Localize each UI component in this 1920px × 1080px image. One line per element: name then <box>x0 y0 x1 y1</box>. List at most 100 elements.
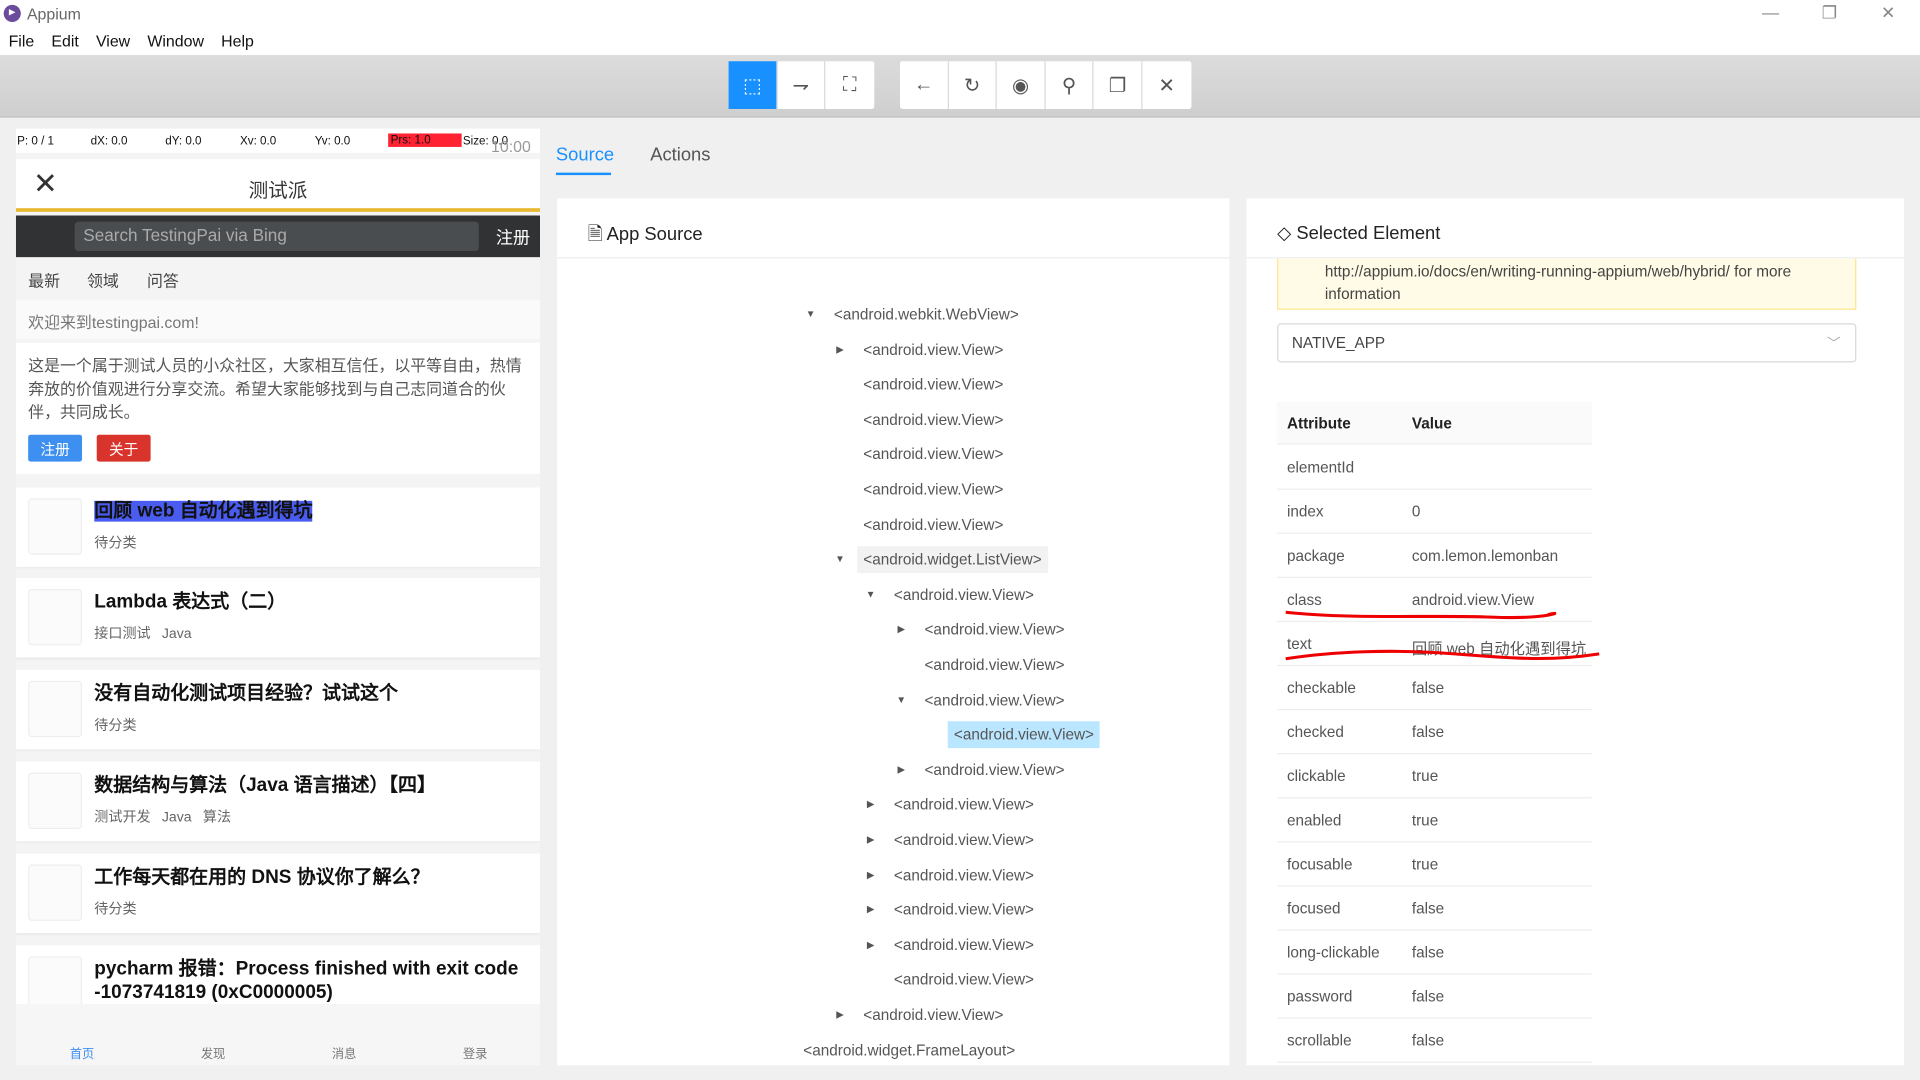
tree-node[interactable]: <android.view.View> <box>947 721 1101 749</box>
attribute-name: long-clickable <box>1286 944 1380 962</box>
attribute-value: true <box>1411 811 1439 829</box>
eye-button[interactable]: ◉ <box>997 61 1046 109</box>
minimize-button[interactable]: — <box>1758 2 1782 22</box>
caret-down-icon[interactable]: ▼ <box>804 301 816 328</box>
tree-node[interactable]: <android.view.View> <box>857 476 1009 503</box>
selected-element-title: Selected Element <box>1296 222 1441 244</box>
tab-qa[interactable]: 问答 <box>147 268 179 291</box>
close-window-button[interactable]: ✕ <box>1876 2 1900 23</box>
caret-down-icon[interactable]: ▼ <box>864 581 876 608</box>
attribute-row: class android.view.View <box>1277 578 1592 623</box>
refresh-button[interactable]: ↻ <box>948 61 997 109</box>
caret-right-icon[interactable]: ▶ <box>834 1002 846 1029</box>
context-select[interactable]: NATIVE_APP ﹀ <box>1277 323 1857 363</box>
tap-coordinates-button[interactable]: ⛶ <box>826 61 874 109</box>
pointer-yv: Yv: 0.0 <box>314 134 351 149</box>
tree-node[interactable]: <android.view.View> <box>857 1002 1009 1029</box>
attribute-name: focused <box>1286 900 1341 918</box>
caret-right-icon[interactable]: ▶ <box>895 756 907 783</box>
tab-latest[interactable]: 最新 <box>28 268 60 291</box>
tree-node[interactable]: <android.view.View> <box>888 932 1040 959</box>
menu-help[interactable]: Help <box>213 27 263 55</box>
copy-button[interactable]: ❐ <box>1094 61 1143 109</box>
select-element-icon: ⬚ <box>742 75 762 97</box>
caret-right-icon[interactable]: ▶ <box>864 932 876 959</box>
back-button[interactable]: ← <box>900 61 949 109</box>
tab-actions[interactable]: Actions <box>650 144 710 165</box>
attribute-name: scrollable <box>1286 1032 1352 1050</box>
tree-node[interactable]: <android.view.View> <box>888 581 1040 608</box>
back-icon: ← <box>913 74 934 95</box>
article-title: Lambda 表达式（二） <box>94 590 535 613</box>
tap-coordinates-icon: ⛶ <box>842 74 857 95</box>
tree-node[interactable]: <android.view.View> <box>857 406 1009 433</box>
toolbar: ⬚ ⇁ ⛶ ← ↻ ◉ ⚲ ❐ ✕ <box>0 55 1920 118</box>
tree-node[interactable]: <android.view.View> <box>888 862 1040 889</box>
tree-node[interactable]: <android.view.View> <box>888 791 1040 818</box>
article-item[interactable]: Lambda 表达式（二） 接口测试 Java <box>15 577 541 658</box>
attribute-name: password <box>1286 988 1353 1006</box>
tab-source[interactable]: Source <box>555 144 614 176</box>
close-icon[interactable]: ✕ <box>33 167 58 203</box>
attribute-value: 0 <box>1411 503 1421 521</box>
close-button[interactable]: ✕ <box>1142 61 1190 109</box>
caret-right-icon[interactable]: ▶ <box>834 336 846 363</box>
article-item[interactable]: 没有自动化测试项目经验？试试这个 待分类 <box>15 669 541 750</box>
caret-right-icon[interactable]: ▶ <box>864 897 876 924</box>
tree-node[interactable]: <android.view.View> <box>857 371 1009 398</box>
pointer-dy: dY: 0.0 <box>165 134 202 149</box>
alert-line-1: http://appium.io/docs/en/writing-running… <box>1324 263 1792 281</box>
menu-view[interactable]: View <box>87 27 138 55</box>
attribute-row: checkable false <box>1277 666 1592 711</box>
tree-node[interactable]: <android.view.View> <box>918 651 1070 678</box>
tree-node[interactable]: <android.view.View> <box>918 686 1070 713</box>
menu-window[interactable]: Window <box>139 27 213 55</box>
article-title-text: Lambda 表达式（二） <box>94 591 287 613</box>
search-button[interactable]: ⚲ <box>1045 61 1094 109</box>
caret-down-icon[interactable]: ▼ <box>895 686 907 713</box>
tree-node[interactable]: <android.view.View> <box>888 967 1040 994</box>
nav-discover[interactable]: 发现 <box>201 1043 225 1061</box>
select-element-button[interactable]: ⬚ <box>728 61 778 109</box>
article-item[interactable]: 工作每天都在用的 DNS 协议你了解么？ 待分类 <box>15 853 541 934</box>
nav-messages[interactable]: 消息 <box>332 1043 356 1061</box>
window-title: Appium <box>26 4 81 24</box>
caret-right-icon[interactable]: ▶ <box>864 791 876 818</box>
nav-home[interactable]: 首页 <box>70 1043 94 1061</box>
search-input[interactable]: Search TestingPai via Bing <box>74 221 479 252</box>
tree-node[interactable]: <android.widget.FrameLayout> <box>797 1037 1021 1064</box>
nav-login[interactable]: 登录 <box>463 1043 487 1061</box>
tree-node[interactable]: <android.view.View> <box>888 897 1040 924</box>
attribute-row: index 0 <box>1277 490 1592 534</box>
caret-down-icon[interactable]: ▼ <box>834 546 846 573</box>
pointer-xv: Xv: 0.0 <box>240 134 277 149</box>
tree-node[interactable]: <android.view.View> <box>888 827 1040 854</box>
device-screenshot[interactable]: P: 0 / 1 dX: 0.0 dY: 0.0 Xv: 0.0 Yv: 0.0… <box>15 128 541 1066</box>
about-button[interactable]: 关于 <box>96 434 151 462</box>
menu-file[interactable]: File <box>0 27 43 55</box>
register-link[interactable]: 注册 <box>496 225 530 249</box>
caret-right-icon[interactable]: ▶ <box>864 827 876 854</box>
tab-domain[interactable]: 领域 <box>87 268 119 291</box>
tree-node[interactable]: <android.view.View> <box>857 511 1009 538</box>
restore-button[interactable]: ❐ <box>1817 2 1841 23</box>
tree-node[interactable]: <android.view.View> <box>918 756 1070 783</box>
tree-node[interactable]: <android.view.View> <box>857 336 1009 363</box>
article-title: 没有自动化测试项目经验？试试这个 <box>94 682 535 705</box>
attribute-value: false <box>1411 679 1445 697</box>
article-item[interactable]: 回顾 web 自动化遇到得坑 待分类 <box>15 487 541 567</box>
article-item[interactable]: 数据结构与算法（Java 语言描述）【四】 测试开发 Java 算法 <box>15 761 541 842</box>
tree-node[interactable]: <android.view.View> <box>918 616 1070 643</box>
tree-node[interactable]: <android.webkit.WebView> <box>828 301 1025 328</box>
pointer-pressure: Prs: 1.0 <box>388 133 462 147</box>
menu-edit[interactable]: Edit <box>43 27 88 55</box>
swipe-button[interactable]: ⇁ <box>777 61 826 109</box>
caret-right-icon[interactable]: ▶ <box>864 862 876 889</box>
attribute-value: false <box>1411 900 1445 918</box>
register-button[interactable]: 注册 <box>28 434 83 462</box>
article-thumbnail <box>28 498 83 555</box>
tree-node[interactable]: <android.widget.ListView> <box>857 546 1048 574</box>
article-tags: 测试开发 Java 算法 <box>94 810 232 826</box>
caret-right-icon[interactable]: ▶ <box>895 616 907 643</box>
tree-node[interactable]: <android.view.View> <box>857 441 1009 468</box>
